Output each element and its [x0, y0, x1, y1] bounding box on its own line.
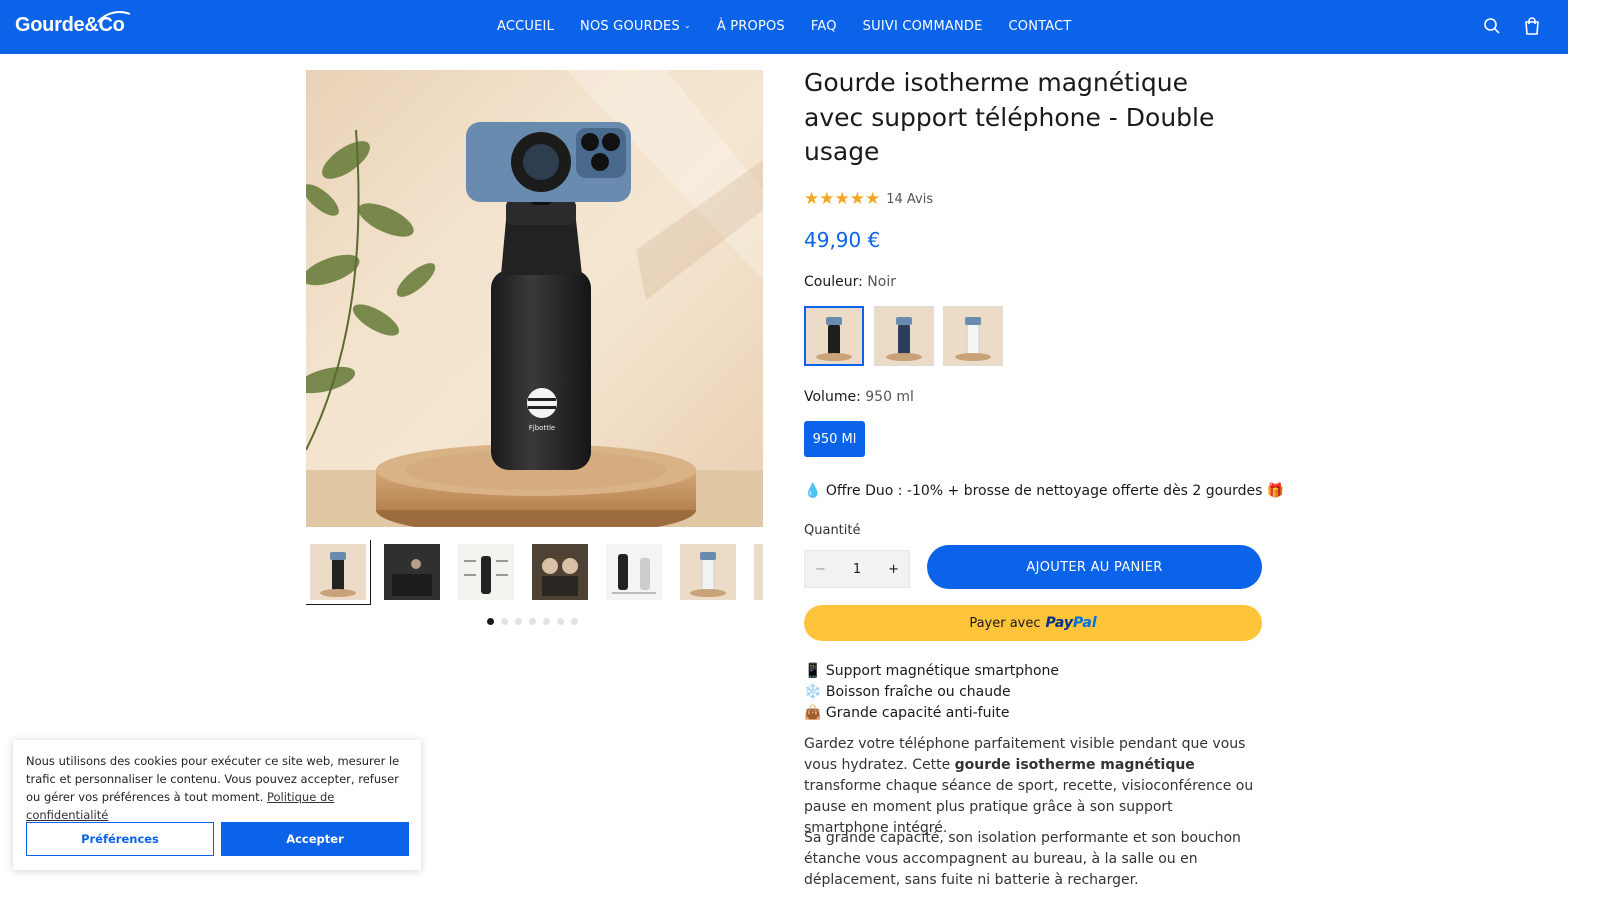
pagination-dot-1[interactable]: [487, 618, 494, 625]
pagination-dot-5[interactable]: [543, 618, 550, 625]
feature-item: 👜 Grande capacité anti-fuite: [804, 703, 1059, 724]
thumb-outdoor: [532, 544, 588, 600]
thumb-gym-scene: [384, 544, 440, 600]
thumbnail-strip: [306, 540, 763, 606]
gift-icon: 🎁: [1266, 483, 1285, 499]
thumbnail-5[interactable]: [606, 544, 662, 600]
cookie-banner: Nous utilisons des cookies pour exécuter…: [13, 740, 421, 870]
quantity-stepper: − 1 +: [804, 550, 910, 588]
thumbnail-7[interactable]: [754, 544, 763, 600]
swatch-bleu-image: [875, 307, 933, 365]
snowflake-icon: ❄️: [804, 684, 822, 700]
pagination-dot-6[interactable]: [557, 618, 564, 625]
product-rating[interactable]: ★★★★★ 14 Avis: [804, 189, 933, 209]
review-count: 14 Avis: [886, 191, 934, 207]
feature-text: Boisson fraîche ou chaude: [825, 684, 1011, 700]
feature-text: Support magnétique smartphone: [825, 663, 1060, 679]
rating-stars-icon: ★★★★★: [804, 189, 881, 209]
nav-faq[interactable]: FAQ: [811, 19, 837, 34]
thumbnail-2[interactable]: [384, 544, 440, 600]
gallery-pagination: [487, 618, 578, 625]
feature-item: ❄️ Boisson fraîche ou chaude: [804, 682, 1059, 703]
pagination-dot-3[interactable]: [515, 618, 522, 625]
cookie-accept-button[interactable]: Accepter: [221, 822, 409, 856]
thumb-bottle-black: [320, 552, 356, 597]
swatch-blanc-image: [944, 307, 1002, 365]
color-swatch-bleu[interactable]: [874, 306, 934, 366]
cookie-message: Nous utilisons des cookies pour exécuter…: [26, 752, 408, 824]
droplet-icon: 💧: [804, 483, 822, 499]
site-header: Gourde&Co ACCUEIL NOS GOURDES ⌄ À PROPOS …: [0, 0, 1568, 54]
color-label-line: Couleur: Noir: [804, 274, 896, 290]
thumbnail-3[interactable]: [458, 544, 514, 600]
desc1-bold: gourde isotherme magnétique: [954, 757, 1195, 773]
volume-value: 950 ml: [865, 389, 914, 405]
color-value: Noir: [867, 274, 896, 290]
volume-label-line: Volume: 950 ml: [804, 389, 914, 405]
product-price: 49,90 €: [804, 228, 881, 252]
duo-offer: 💧 Offre Duo : -10% + brosse de nettoyage…: [804, 483, 1284, 499]
thumb-bottle-white: [690, 552, 726, 597]
quantity-value[interactable]: 1: [853, 562, 861, 577]
quantity-label: Quantité: [804, 523, 861, 538]
search-icon[interactable]: [1482, 16, 1502, 36]
smartphone-icon: 📱: [804, 663, 822, 679]
thumb-sizes: [612, 554, 656, 594]
product-main-image[interactable]: Fjbottle: [306, 70, 763, 527]
color-label: Couleur:: [804, 274, 863, 290]
bottle-brand-text: Fjbottle: [529, 424, 555, 432]
nav-nos-gourdes[interactable]: NOS GOURDES ⌄: [580, 19, 691, 34]
thumbnail-4[interactable]: [532, 544, 588, 600]
thumbnail-6[interactable]: [680, 544, 736, 600]
pagination-dot-7[interactable]: [571, 618, 578, 625]
color-swatch-noir[interactable]: [804, 306, 864, 366]
color-swatch-blanc[interactable]: [943, 306, 1003, 366]
feature-list: 📱 Support magnétique smartphone ❄️ Boiss…: [804, 661, 1059, 724]
handbag-icon: 👜: [804, 705, 822, 721]
description-paragraph-1: Gardez votre téléphone parfaitement visi…: [804, 734, 1256, 839]
thumbnail-1[interactable]: [306, 540, 371, 605]
nav-nos-gourdes-label: NOS GOURDES: [580, 19, 680, 34]
paypal-logo-icon: PayPal: [1045, 615, 1097, 631]
pagination-dot-4[interactable]: [529, 618, 536, 625]
chevron-down-icon: ⌄: [683, 21, 691, 30]
product-photo: Fjbottle: [306, 70, 763, 527]
nav-suivi-commande[interactable]: SUIVI COMMANDE: [863, 19, 983, 34]
thumb-diagram: [464, 556, 508, 594]
main-nav: ACCUEIL NOS GOURDES ⌄ À PROPOS FAQ SUIVI …: [497, 19, 1072, 34]
nav-accueil[interactable]: ACCUEIL: [497, 19, 554, 34]
swatch-noir-image: [806, 308, 862, 364]
cart-icon[interactable]: [1522, 16, 1542, 36]
paypal-button[interactable]: Payer avec PayPal: [804, 605, 1262, 641]
nav-contact[interactable]: CONTACT: [1009, 19, 1072, 34]
cookie-preferences-button[interactable]: Préférences: [26, 822, 214, 856]
feature-text: Grande capacité anti-fuite: [825, 705, 1010, 721]
quantity-decrease-icon[interactable]: −: [815, 562, 826, 577]
feature-item: 📱 Support magnétique smartphone: [804, 661, 1059, 682]
add-to-cart-button[interactable]: AJOUTER AU PANIER: [927, 545, 1262, 589]
nav-a-propos[interactable]: À PROPOS: [717, 19, 785, 34]
volume-label: Volume:: [804, 389, 861, 405]
cookie-text: Nous utilisons des cookies pour exécuter…: [26, 754, 400, 804]
quantity-increase-icon[interactable]: +: [888, 562, 899, 577]
logo-swoosh-icon: [97, 11, 131, 23]
paypal-prefix: Payer avec: [969, 615, 1041, 631]
pagination-dot-2[interactable]: [501, 618, 508, 625]
volume-option-950ml[interactable]: 950 Ml: [804, 421, 865, 457]
product-title: Gourde isotherme magnétique avec support…: [804, 68, 1215, 166]
offer-text: Offre Duo : -10% + brosse de nettoyage o…: [825, 483, 1263, 499]
description-paragraph-2: Sa grande capacité, son isolation perfor…: [804, 830, 1241, 888]
